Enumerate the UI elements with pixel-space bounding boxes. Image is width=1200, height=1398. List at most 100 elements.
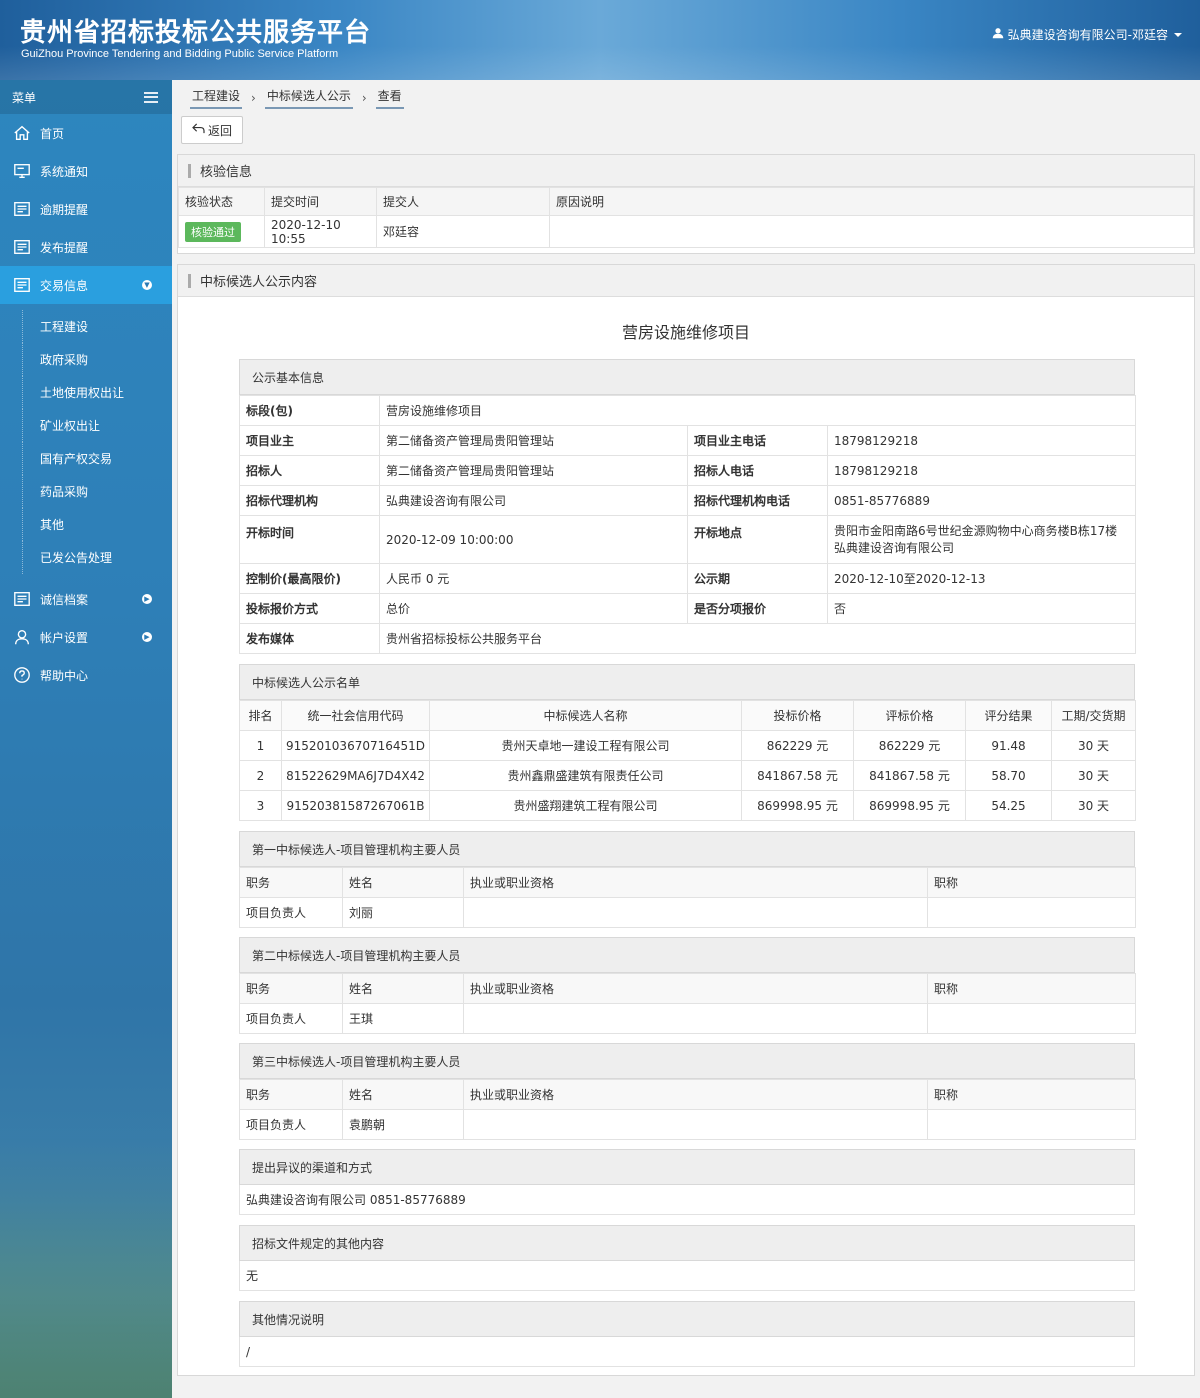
chevron-right-icon: ▶ <box>142 632 152 642</box>
field-value: 2020-12-10至2020-12-13 <box>826 563 1137 594</box>
column-header: 职务 <box>239 1079 343 1110</box>
staff-rank <box>927 1003 1136 1034</box>
breadcrumb-item[interactable]: 工程建设 <box>190 87 243 109</box>
field-label: 项目业主 <box>239 425 380 456</box>
back-button[interactable]: 返回 <box>181 116 243 144</box>
verify-panel-title: 核验信息 <box>178 155 1194 187</box>
field-label: 标段(包) <box>239 395 380 426</box>
column-header: 姓名 <box>342 973 464 1004</box>
submenu-item[interactable]: 其他 <box>0 508 172 541</box>
field-value: 弘典建设咨询有限公司 <box>379 485 688 516</box>
sidebar-item-label: 首页 <box>40 126 65 141</box>
staff-name: 袁鹏朝 <box>342 1109 464 1140</box>
field-value: 0851-85776889 <box>826 485 1137 516</box>
list-icon <box>12 237 32 257</box>
list-icon <box>12 199 32 219</box>
candidate-name: 贵州盛翔建筑工程有限公司 <box>429 790 742 821</box>
column-header: 职务 <box>239 867 343 898</box>
field-label: 是否分项报价 <box>687 593 828 624</box>
field-label: 招标代理机构 <box>239 485 380 516</box>
section-title: 第一中标候选人-项目管理机构主要人员 <box>239 831 1135 867</box>
breadcrumb-item[interactable]: 查看 <box>375 87 404 109</box>
section-title: 公示基本信息 <box>239 359 1135 395</box>
sidebar-item-label: 诚信档案 <box>40 592 89 607</box>
column-header: 职务 <box>239 973 343 1004</box>
main-content: 工程建设 › 中标候选人公示 › 查看 返回 核验信息 核验状态 提交时间 提交… <box>172 80 1200 1398</box>
bid-price: 869998.95 元 <box>741 790 854 821</box>
sidebar-item-notice[interactable]: 系统通知 <box>0 152 172 190</box>
sidebar-item-trade[interactable]: 交易信息 ▼ <box>0 266 172 304</box>
user-menu[interactable]: 弘典建设咨询有限公司-邓廷容 <box>992 26 1182 43</box>
top-header: 贵州省招标投标公共服务平台 GuiZhou Province Tendering… <box>0 0 1200 80</box>
column-header: 提交人 <box>376 187 550 216</box>
verify-panel: 核验信息 核验状态 提交时间 提交人 原因说明 核验通过 2020-12-10 … <box>177 154 1195 254</box>
other-content-text: 无 <box>239 1261 1135 1291</box>
menu-label: 菜单 <box>12 90 37 105</box>
staff-qualification <box>463 1003 928 1034</box>
help-icon <box>12 665 32 685</box>
staff-role: 项目负责人 <box>239 1109 343 1140</box>
field-label: 开标地点 <box>687 515 828 564</box>
credit-code: 91520103670716451D <box>281 730 430 761</box>
sidebar-item-publish[interactable]: 发布提醒 <box>0 228 172 266</box>
home-icon <box>12 123 32 143</box>
field-label: 公示期 <box>687 563 828 594</box>
user-name: 弘典建设咨询有限公司-邓廷容 <box>1007 28 1168 42</box>
field-value: 18798129218 <box>826 455 1137 486</box>
table-row: 1 91520103670716451D 贵州天卓地一建设工程有限公司 8622… <box>239 730 1136 761</box>
column-header: 执业或职业资格 <box>463 973 928 1004</box>
breadcrumb-separator: › <box>251 91 256 105</box>
list-icon <box>12 275 32 295</box>
submenu-item[interactable]: 政府采购 <box>0 343 172 376</box>
submenu-item[interactable]: 已发公告处理 <box>0 541 172 574</box>
submenu-item[interactable]: 矿业权出让 <box>0 409 172 442</box>
staff-name: 刘丽 <box>342 897 464 928</box>
field-label: 招标人电话 <box>687 455 828 486</box>
sidebar-item-help[interactable]: 帮助中心 <box>0 656 172 694</box>
column-header: 排名 <box>239 700 282 731</box>
eval-price: 869998.95 元 <box>853 790 966 821</box>
staff-qualification <box>463 1109 928 1140</box>
staff-role: 项目负责人 <box>239 1003 343 1034</box>
breadcrumb-item[interactable]: 中标候选人公示 <box>264 87 353 109</box>
sidebar-item-label: 发布提醒 <box>40 240 89 255</box>
field-label: 招标代理机构电话 <box>687 485 828 516</box>
column-header: 姓名 <box>342 867 464 898</box>
submenu-item[interactable]: 工程建设 <box>0 310 172 343</box>
content-panel: 中标候选人公示内容 营房设施维修项目 公示基本信息 标段(包) 营房设施维修项目 … <box>177 264 1195 1376</box>
eval-price: 862229 元 <box>853 730 966 761</box>
submitter: 邓廷容 <box>376 215 550 248</box>
column-header: 中标候选人名称 <box>429 700 742 731</box>
score: 58.70 <box>965 760 1052 791</box>
field-value: 2020-12-09 10:00:00 <box>379 515 688 564</box>
sidebar-item-overdue[interactable]: 逾期提醒 <box>0 190 172 228</box>
sidebar-item-label: 逾期提醒 <box>40 202 89 217</box>
candidate-name: 贵州鑫鼎盛建筑有限责任公司 <box>429 760 742 791</box>
field-value: 人民币 0 元 <box>379 563 688 594</box>
submenu-item[interactable]: 土地使用权出让 <box>0 376 172 409</box>
sidebar-item-credit[interactable]: 诚信档案 ▶ <box>0 580 172 618</box>
column-header: 评分结果 <box>965 700 1052 731</box>
duration: 30 天 <box>1051 730 1136 761</box>
table-row: 项目负责人 袁鹏朝 <box>239 1109 1136 1140</box>
sidebar-item-label: 帐户设置 <box>40 630 89 645</box>
bid-price: 841867.58 元 <box>741 760 854 791</box>
section-title: 中标候选人公示名单 <box>239 664 1135 700</box>
field-value: 否 <box>826 593 1137 624</box>
hamburger-icon[interactable] <box>144 91 158 103</box>
sidebar-item-account[interactable]: 帐户设置 ▶ <box>0 618 172 656</box>
user-icon <box>992 27 1004 42</box>
submenu-item[interactable]: 药品采购 <box>0 475 172 508</box>
sidebar-item-home[interactable]: 首页 <box>0 114 172 152</box>
credit-code: 81522629MA6J7D4X42 <box>281 760 430 791</box>
basic-info-section: 公示基本信息 标段(包) 营房设施维修项目 项目业主 第二储备资产管理局贵阳管理站项… <box>239 359 1137 654</box>
column-header: 执业或职业资格 <box>463 1079 928 1110</box>
field-value: 总价 <box>379 593 688 624</box>
table-row: 核验通过 2020-12-10 10:55 邓廷容 <box>178 215 1194 248</box>
submenu-item[interactable]: 国有产权交易 <box>0 442 172 475</box>
staff-name: 王琪 <box>342 1003 464 1034</box>
column-header: 投标价格 <box>741 700 854 731</box>
staff-role: 项目负责人 <box>239 897 343 928</box>
other-content-section: 招标文件规定的其他内容 无 <box>239 1225 1135 1291</box>
section-title: 招标文件规定的其他内容 <box>239 1225 1135 1261</box>
